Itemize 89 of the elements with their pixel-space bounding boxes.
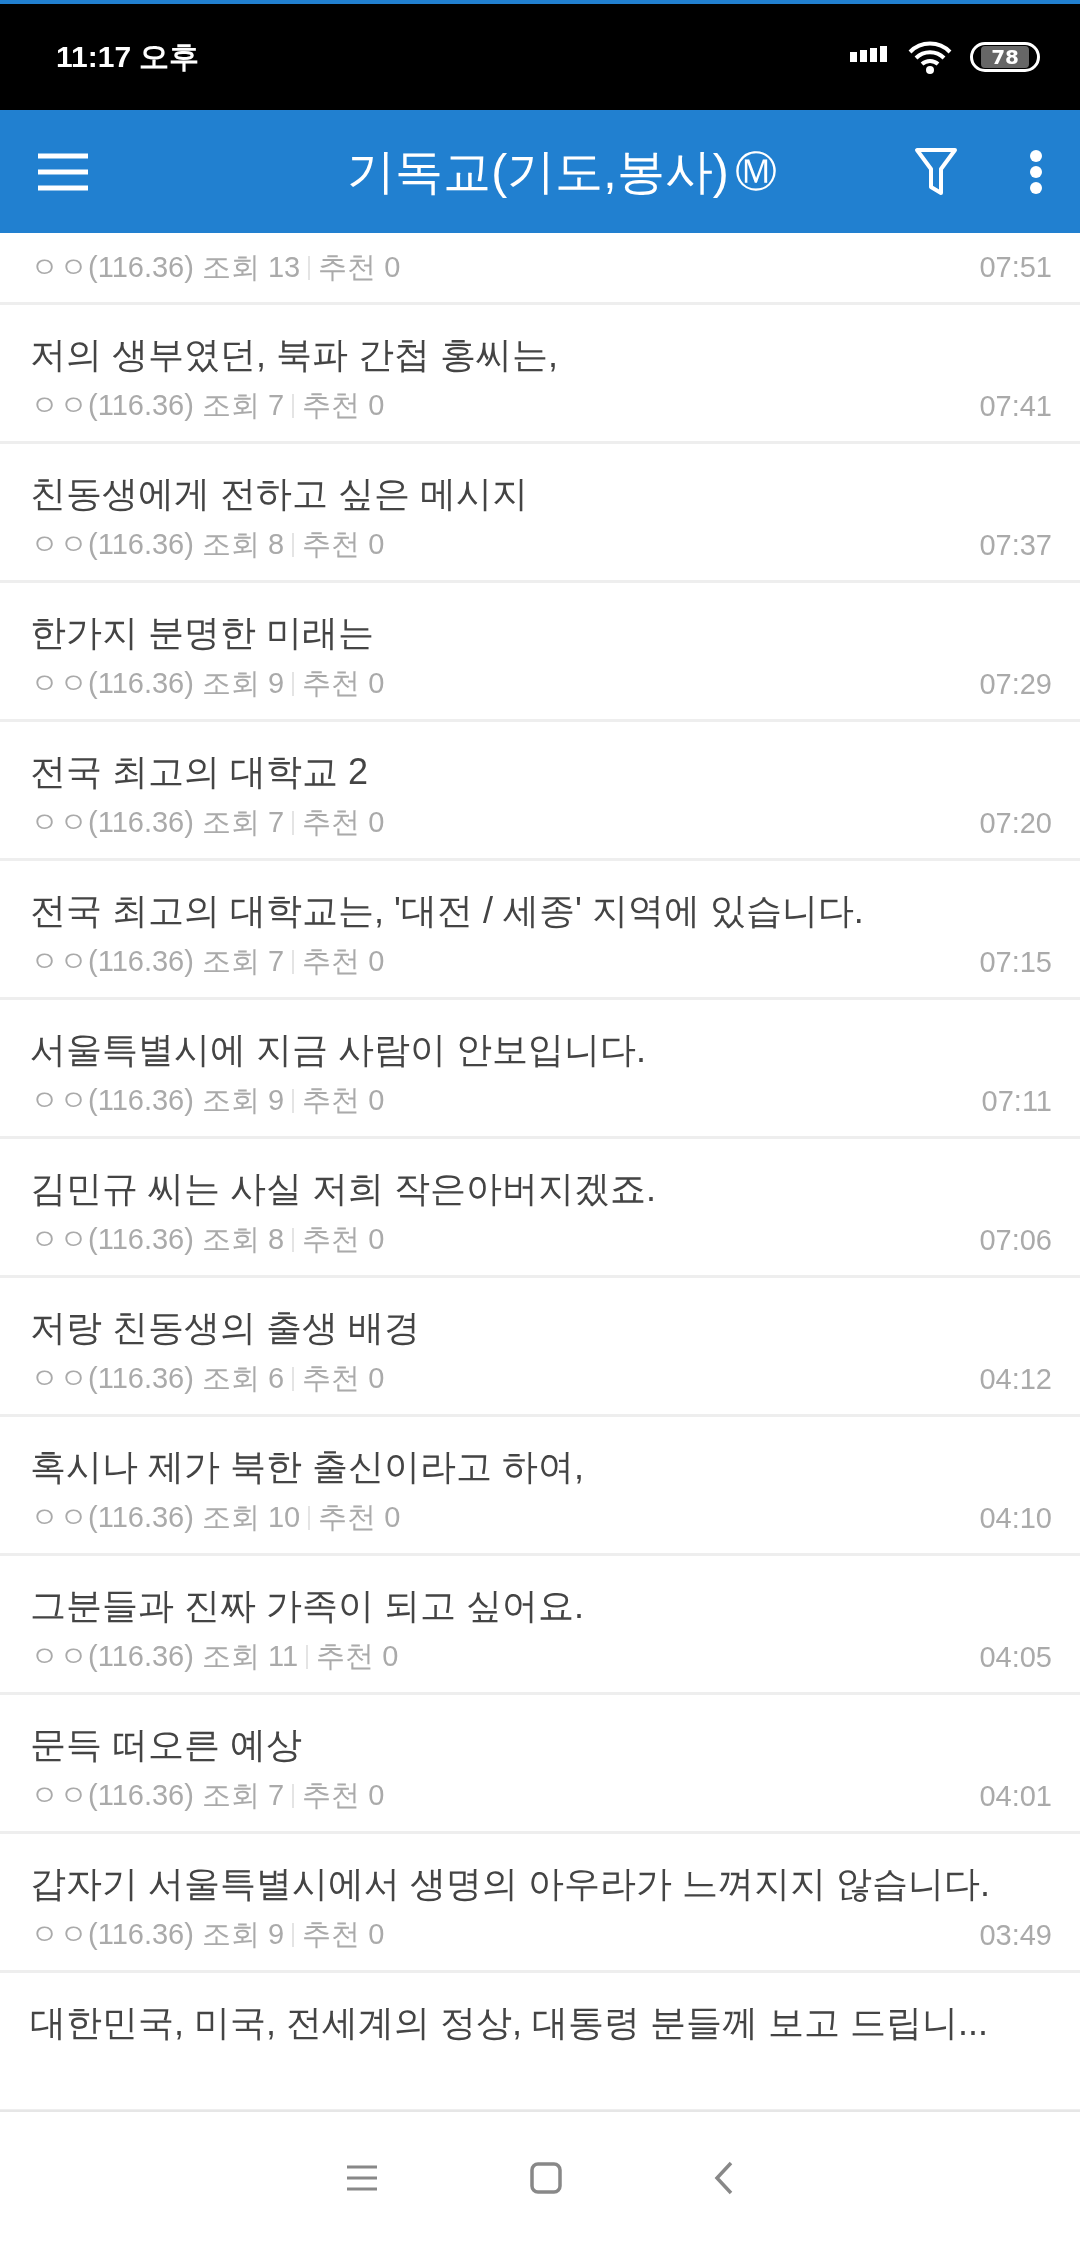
post-author: ㅇㅇ(116.36) <box>30 388 194 423</box>
post-likes: 추천 0 <box>318 249 401 285</box>
post-likes: 추천 0 <box>302 944 385 979</box>
post-likes: 추천 0 <box>302 1361 385 1396</box>
post-time: 07:37 <box>979 528 1052 562</box>
post-title: 친동생에게 전하고 싶은 메시지 <box>30 472 529 516</box>
post-author: ㅇㅇ(116.36) <box>30 527 194 562</box>
post-likes: 추천 0 <box>302 527 385 562</box>
battery-icon: 78 <box>970 42 1040 72</box>
post-time: 04:12 <box>979 1362 1052 1396</box>
post-likes: 추천 0 <box>302 388 385 423</box>
menu-icon[interactable] <box>345 2163 379 2193</box>
post-item[interactable]: 서울특별시에 지금 사람이 안보입니다. ㅇㅇ(116.36) 조회 9 추천 0 07:11 <box>0 1000 1080 1139</box>
more-button[interactable] <box>1028 148 1044 195</box>
post-author: ㅇㅇ(116.36) <box>30 1361 194 1396</box>
post-author: ㅇㅇ(116.36) <box>30 1222 194 1257</box>
post-item[interactable]: 혹시나 제가 북한 출신이라고 하여, ㅇㅇ(116.36) 조회 10 추천 0 04:10 <box>0 1417 1080 1556</box>
post-title: 저의 생부였던, 북파 간첩 홍씨는, <box>30 333 559 377</box>
post-item[interactable]: 전국 최고의 대학교 2 ㅇㅇ(116.36) 조회 7 추천 0 07:20 <box>0 722 1080 861</box>
post-title: 대한민국, 미국, 전세계의 정상, 대통령 분들께 보고 드립니... <box>30 2001 990 2045</box>
post-views: 조회 9 <box>201 666 285 701</box>
post-views: 조회 13 <box>201 249 301 285</box>
post-title: 전국 최고의 대학교 2 <box>30 750 370 794</box>
post-time: 07:51 <box>979 251 1052 284</box>
post-title: 그분들과 진짜 가족이 되고 싶어요. <box>30 1584 585 1628</box>
post-likes: 추천 0 <box>302 1778 385 1813</box>
post-likes: 추천 0 <box>302 1917 385 1952</box>
board-title: 기독교(기도,봉사) <box>347 143 729 200</box>
post-views: 조회 8 <box>201 527 285 562</box>
post-title: 저랑 친동생의 출생 배경 <box>30 1306 421 1350</box>
post-item[interactable]: 저랑 친동생의 출생 배경 ㅇㅇ(116.36) 조회 6 추천 0 04:12 <box>0 1278 1080 1417</box>
post-item[interactable]: 문득 떠오른 예상 ㅇㅇ(116.36) 조회 7 추천 0 04:01 <box>0 1695 1080 1834</box>
post-time: 07:15 <box>979 945 1052 979</box>
post-views: 조회 9 <box>201 1083 285 1118</box>
menu-button[interactable] <box>36 151 90 192</box>
post-views: 조회 7 <box>201 805 285 840</box>
post-title: 전국 최고의 대학교는, '대전 / 세종' 지역에 있습니다. <box>30 889 865 933</box>
post-likes: 추천 0 <box>302 1083 385 1118</box>
post-author: ㅇㅇ(116.36) <box>30 1917 194 1952</box>
status-time: 11:17 오후 <box>56 38 200 75</box>
post-time: 04:01 <box>979 1779 1052 1813</box>
post-time: 07:20 <box>979 806 1052 840</box>
post-views: 조회 11 <box>201 1639 299 1674</box>
post-item[interactable]: 친동생에게 전하고 싶은 메시지 ㅇㅇ(116.36) 조회 8 추천 0 07:37 <box>0 444 1080 583</box>
post-title: 김민규 씨는 사실 저희 작은아버지겠죠. <box>30 1167 657 1211</box>
post-item[interactable]: 대한민국, 미국, 전세계의 정상, 대통령 분들께 보고 드립니... <box>0 1973 1080 2110</box>
filter-button[interactable] <box>914 146 958 197</box>
post-item[interactable]: 김민규 씨는 사실 저희 작은아버지겠죠. ㅇㅇ(116.36) 조회 8 추천 0 07:06 <box>0 1139 1080 1278</box>
post-item[interactable]: 그분들과 진짜 가족이 되고 싶어요. ㅇㅇ(116.36) 조회 11 추천 0 04:05 <box>0 1556 1080 1695</box>
post-likes: 추천 0 <box>302 805 385 840</box>
post-author: ㅇㅇ(116.36) <box>30 1500 194 1535</box>
post-likes: 추천 0 <box>318 1500 401 1535</box>
post-time: 04:05 <box>979 1640 1052 1674</box>
post-author: ㅇㅇ(116.36) <box>30 1639 194 1674</box>
post-title: 서울특별시에 지금 사람이 안보입니다. <box>30 1028 647 1072</box>
post-author: ㅇㅇ(116.36) <box>30 249 194 285</box>
post-views: 조회 7 <box>201 388 285 423</box>
post-author: ㅇㅇ(116.36) <box>30 1778 194 1813</box>
post-time: 07:29 <box>979 667 1052 701</box>
post-author: ㅇㅇ(116.36) <box>30 805 194 840</box>
post-likes: 추천 0 <box>302 666 385 701</box>
post-time: 07:11 <box>981 1084 1052 1118</box>
post-item[interactable]: 한가지 분명한 미래는 ㅇㅇ(116.36) 조회 9 추천 0 07:29 <box>0 583 1080 722</box>
post-item[interactable]: 전국 최고의 대학교는, '대전 / 세종' 지역에 있습니다. ㅇㅇ(116.36) 조회 7 추천 0 07:15 <box>0 861 1080 1000</box>
title-mark: Ⓜ <box>734 145 777 198</box>
post-views: 조회 7 <box>201 944 285 979</box>
post-views: 조회 9 <box>201 1917 285 1952</box>
post-author: ㅇㅇ(116.36) <box>30 1083 194 1118</box>
post-views: 조회 6 <box>201 1361 285 1396</box>
back-icon[interactable] <box>713 2160 735 2196</box>
post-time: 04:10 <box>979 1501 1052 1535</box>
post-time: 07:06 <box>979 1223 1052 1257</box>
post-views: 조회 7 <box>201 1778 285 1813</box>
post-author: ㅇㅇ(116.36) <box>30 666 194 701</box>
wifi-icon <box>908 40 953 74</box>
post-likes: 추천 0 <box>302 1222 385 1257</box>
post-views: 조회 8 <box>201 1222 285 1257</box>
post-item[interactable]: 저의 생부였던, 북파 간첩 홍씨는, ㅇㅇ(116.36) 조회 7 추천 0 07:41 <box>0 305 1080 444</box>
home-icon[interactable] <box>529 2161 563 2195</box>
post-author: ㅇㅇ(116.36) <box>30 944 194 979</box>
post-title: 문득 떠오른 예상 <box>30 1723 303 1767</box>
post-title: 한가지 분명한 미래는 <box>30 611 375 655</box>
post-item[interactable]: 갑자기 서울특별시에서 생명의 아우라가 느껴지지 않습니다. ㅇㅇ(116.36) 조회 9 추천 0 03:49 <box>0 1834 1080 1973</box>
post-time: 03:49 <box>979 1918 1052 1952</box>
post-likes: 추천 0 <box>316 1639 399 1674</box>
post-title: 갑자기 서울특별시에서 생명의 아우라가 느껴지지 않습니다. <box>30 1862 991 1906</box>
post-views: 조회 10 <box>201 1500 301 1535</box>
post-title: 혹시나 제가 북한 출신이라고 하여, <box>30 1445 585 1489</box>
post-time: 07:41 <box>979 389 1052 423</box>
